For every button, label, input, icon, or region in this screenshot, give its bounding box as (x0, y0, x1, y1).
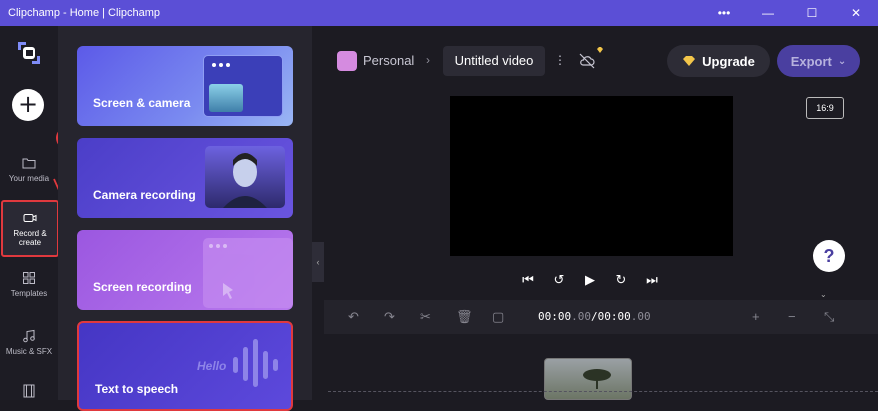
workspace-name[interactable]: Personal (363, 53, 414, 68)
waveform-icon (233, 339, 278, 387)
record-create-panel: Screen & camera Camera recording Screen … (58, 26, 312, 411)
card-label: Screen recording (93, 280, 192, 294)
rail-item-label: Music & SFX (5, 347, 53, 356)
chevron-down-icon: ⌄ (837, 55, 847, 67)
skip-forward-icon[interactable]: ⏭ (644, 272, 660, 288)
rail-item-label: Templates (10, 289, 48, 298)
card-label: Camera recording (93, 188, 196, 202)
rail-item-music-sfx[interactable]: Music & SFX (0, 329, 58, 356)
camera-recording-thumbnail (205, 146, 285, 208)
card-camera-recording[interactable]: Camera recording (77, 138, 293, 218)
card-label: Text to speech (95, 382, 179, 396)
editor-topbar: Personal › Untitled video ⋮ Upgrade Expo… (324, 40, 878, 84)
screen-camera-thumbnail (203, 55, 283, 117)
undo-icon[interactable]: ↶ (348, 309, 359, 325)
delete-icon[interactable]: 🗑 (456, 309, 473, 325)
export-button[interactable]: Export ⌄ (777, 45, 860, 77)
playback-controls: ⏮ ↺ ▶ ↻ ⏭ (520, 270, 665, 290)
help-button[interactable]: ? (813, 240, 845, 272)
window-controls: ••• — ☐ ✕ (702, 0, 878, 26)
folder-icon (22, 158, 36, 169)
current-time-ms: .00 (571, 310, 591, 323)
project-menu-icon[interactable]: ⋮ (554, 53, 566, 67)
diamond-icon (683, 56, 696, 66)
skip-back-icon[interactable]: ⏮ (520, 272, 536, 288)
zoom-in-icon[interactable]: + (752, 309, 760, 324)
card-screen-recording[interactable]: Screen recording (77, 230, 293, 310)
premium-diamond-icon (597, 47, 603, 53)
rail-item-record-create[interactable]: Record & create (1, 200, 59, 257)
total-time: 00:00 (597, 310, 631, 323)
card-screen-camera[interactable]: Screen & camera (77, 46, 293, 126)
minimize-button[interactable]: — (746, 0, 790, 26)
collapse-panel-button[interactable]: ‹ (312, 242, 324, 282)
zoom-out-icon[interactable]: − (788, 309, 796, 324)
more-options-button[interactable]: ••• (702, 0, 746, 26)
fit-timeline-icon[interactable]: ⤡ (824, 309, 834, 325)
video-camera-icon (23, 214, 37, 222)
window-titlebar: Clipchamp - Home | Clipchamp ••• — ☐ ✕ (0, 0, 878, 26)
card-label: Screen & camera (93, 96, 191, 110)
breadcrumb-separator: › (426, 53, 430, 67)
close-button[interactable]: ✕ (834, 0, 878, 26)
redo-icon[interactable]: ↷ (384, 309, 395, 325)
export-label: Export (790, 53, 832, 69)
current-time: 00:00 (538, 310, 572, 323)
rail-item-film[interactable] (0, 384, 58, 402)
left-rail: + Your media Record & create Templates M… (0, 26, 59, 402)
timeline-toolbar: ↶ ↷ ✂ 🗑 ▢ 00:00.00/00:00.00 + − ⤡ (324, 300, 878, 334)
timeline-track[interactable] (328, 391, 878, 403)
decor-hello-text: Hello (197, 359, 227, 373)
workspace-avatar (337, 51, 357, 71)
timeline-area (324, 334, 878, 400)
time-separator: / (591, 310, 598, 323)
rail-item-label: Record & create (13, 229, 47, 247)
templates-icon (23, 272, 35, 284)
rail-item-templates[interactable]: Templates (0, 271, 58, 298)
card-text-to-speech[interactable]: Hello Text to speech (77, 321, 293, 411)
video-preview[interactable] (450, 96, 733, 256)
screen-recording-thumbnail (203, 238, 293, 308)
add-button[interactable]: + (12, 89, 44, 121)
chevron-down-icon[interactable]: ⌄ (820, 290, 827, 299)
rewind-5-icon[interactable]: ↺ (551, 272, 567, 288)
scissors-icon[interactable]: ✂ (420, 309, 431, 325)
music-icon (23, 329, 35, 343)
maximize-button[interactable]: ☐ (790, 0, 834, 26)
clipchamp-logo-icon (18, 42, 40, 64)
upgrade-button[interactable]: Upgrade (667, 45, 770, 77)
upgrade-label: Upgrade (702, 53, 755, 69)
add-media-icon[interactable]: ▢ (492, 309, 504, 325)
aspect-ratio-button[interactable]: 16:9 (806, 97, 844, 119)
play-icon[interactable]: ▶ (582, 272, 598, 288)
cloud-offline-icon[interactable] (578, 52, 596, 70)
film-icon (23, 384, 35, 398)
total-time-ms: .00 (630, 310, 651, 323)
forward-5-icon[interactable]: ↻ (613, 272, 629, 288)
timecode: 00:00.00/00:00.00 (538, 310, 651, 323)
window-title: Clipchamp - Home | Clipchamp (8, 7, 161, 19)
project-title[interactable]: Untitled video (443, 46, 545, 76)
